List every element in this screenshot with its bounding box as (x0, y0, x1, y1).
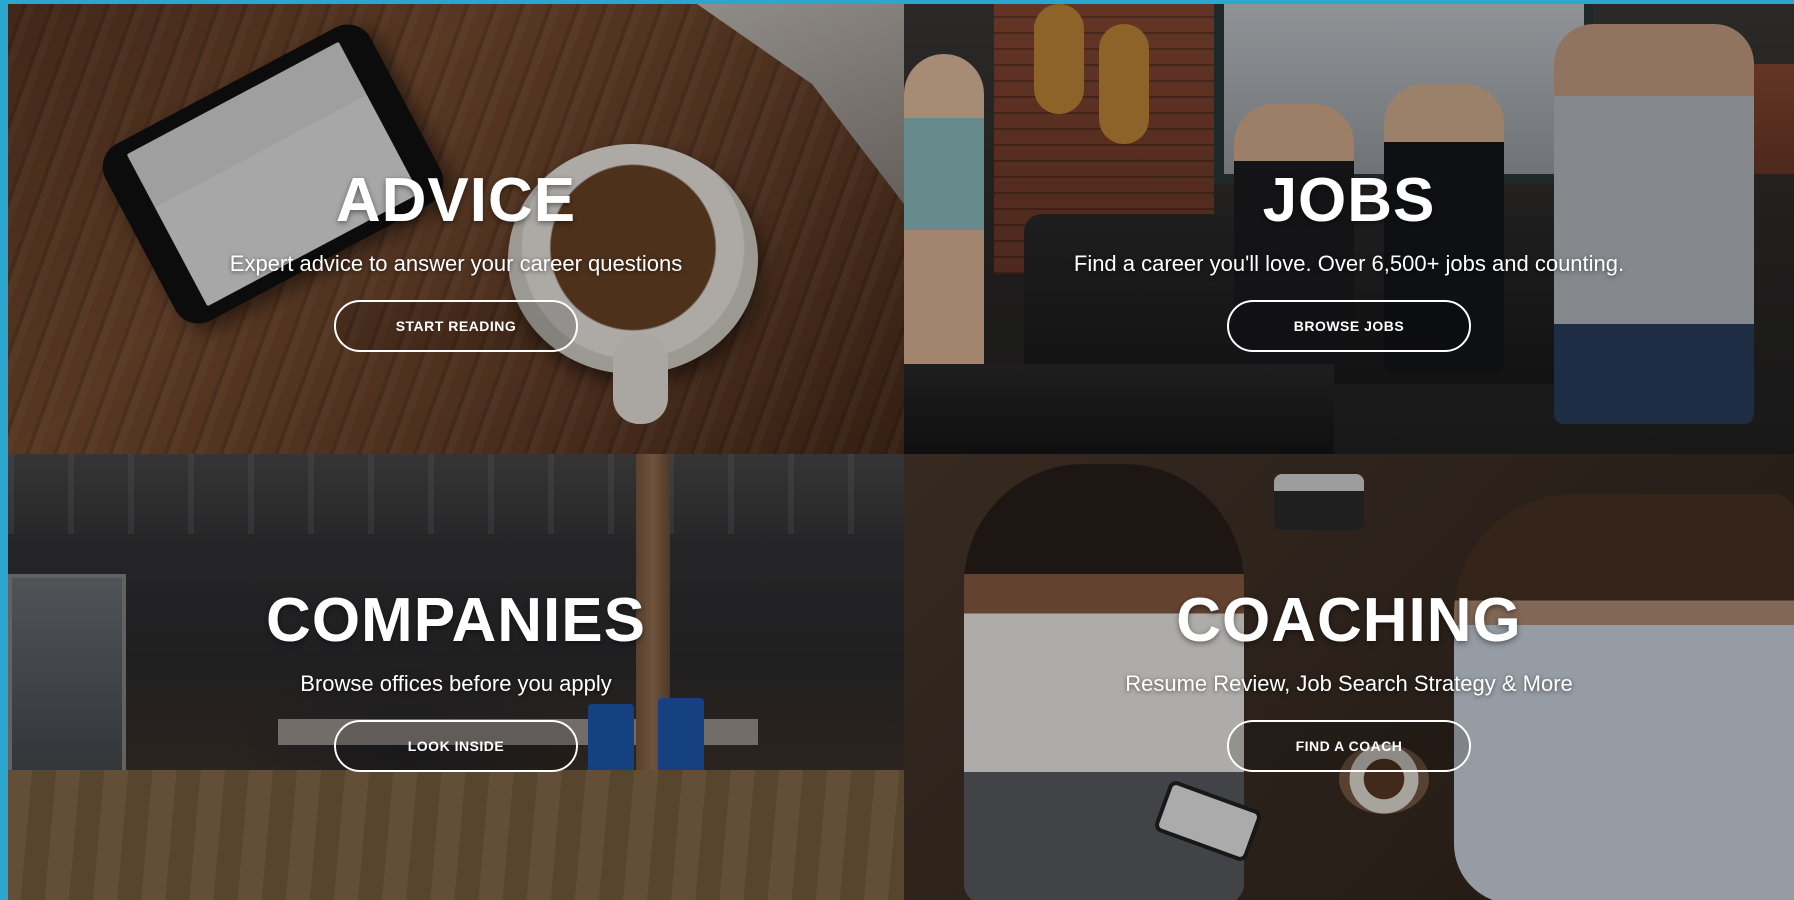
jobs-subtitle: Find a career you'll love. Over 6,500+ j… (1073, 251, 1625, 276)
jobs-tile[interactable]: JOBS Find a career you'll love. Over 6,5… (904, 4, 1794, 454)
coaching-title: COACHING (1176, 586, 1522, 655)
advice-subtitle: Expert advice to answer your career ques… (229, 251, 683, 276)
coaching-content: COACHING Resume Review, Job Search Strat… (904, 454, 1794, 900)
advice-tile[interactable]: ADVICE Expert advice to answer your care… (8, 4, 904, 454)
companies-subtitle: Browse offices before you apply (300, 671, 612, 696)
start-reading-button[interactable]: START READING (334, 300, 578, 353)
look-inside-button[interactable]: LOOK INSIDE (334, 720, 578, 773)
companies-content: COMPANIES Browse offices before you appl… (8, 454, 904, 900)
companies-title: COMPANIES (266, 586, 646, 655)
advice-content: ADVICE Expert advice to answer your care… (8, 4, 904, 454)
coaching-tile[interactable]: COACHING Resume Review, Job Search Strat… (904, 454, 1794, 900)
browse-jobs-button[interactable]: BROWSE JOBS (1227, 300, 1471, 353)
companies-tile[interactable]: COMPANIES Browse offices before you appl… (8, 454, 904, 900)
advice-title: ADVICE (335, 166, 577, 235)
find-a-coach-button[interactable]: FIND A COACH (1227, 720, 1471, 773)
jobs-title: JOBS (1262, 166, 1436, 235)
coaching-subtitle: Resume Review, Job Search Strategy & Mor… (1125, 671, 1573, 696)
feature-grid: ADVICE Expert advice to answer your care… (8, 4, 1794, 900)
jobs-content: JOBS Find a career you'll love. Over 6,5… (904, 4, 1794, 454)
